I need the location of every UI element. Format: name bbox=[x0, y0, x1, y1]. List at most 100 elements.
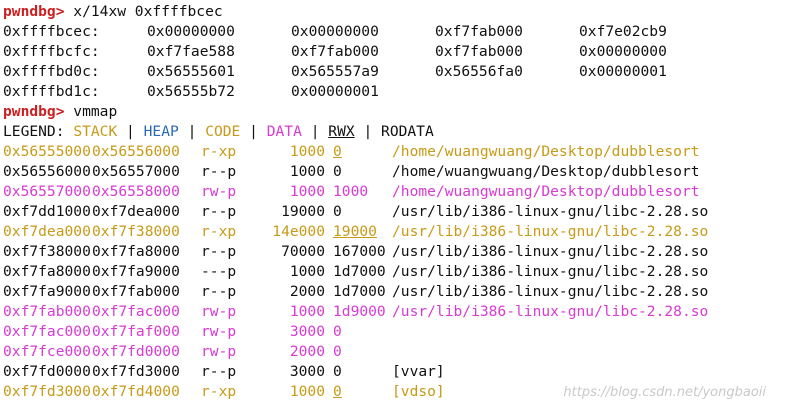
vmmap-start: 0xf7fac000 bbox=[3, 323, 91, 340]
legend-label: LEGEND: bbox=[3, 123, 65, 140]
vmmap-start: 0xf7fab000 bbox=[3, 303, 91, 320]
watermark: https://blog.csdn.net/yongbaoii bbox=[563, 385, 766, 400]
vmmap-offset: 0 bbox=[333, 363, 342, 380]
vmmap-perm: r-xp bbox=[201, 143, 237, 160]
vmmap-row: 0x56555000 0x56556000 r-xp 1000 0/home/wuang… bbox=[3, 142, 786, 162]
vmmap-offset: 167000 bbox=[333, 243, 386, 260]
command-text: vmmap bbox=[64, 103, 118, 120]
vmmap-path: /usr/lib/i386-linux-gnu/libc-2.28.so bbox=[392, 283, 709, 300]
memory-address: 0xffffbd1c: bbox=[3, 83, 100, 100]
vmmap-start: 0xf7fce000 bbox=[3, 343, 91, 360]
vmmap-size: 19000 bbox=[281, 203, 325, 220]
memory-word: 0x00000000 bbox=[147, 23, 235, 40]
legend-code: CODE bbox=[205, 123, 241, 140]
vmmap-offset: 1d7000 bbox=[333, 263, 386, 280]
vmmap-size: 14e000 bbox=[272, 223, 325, 240]
vmmap-end: 0x56558000 bbox=[92, 183, 180, 200]
vmmap-path: /usr/lib/i386-linux-gnu/libc-2.28.so bbox=[392, 203, 709, 220]
memory-word: 0x00000000 bbox=[291, 23, 379, 40]
memory-address: 0xffffbd0c: bbox=[3, 63, 100, 80]
vmmap-offset: 0 bbox=[333, 143, 342, 160]
vmmap-end: 0xf7fac000 bbox=[92, 303, 180, 320]
vmmap-size: 1000 bbox=[289, 163, 325, 180]
vmmap-size: 3000 bbox=[289, 363, 325, 380]
vmmap-row: 0xf7fac000 0xf7faf000 rw-p 3000 0 bbox=[3, 322, 786, 342]
vmmap-offset: 0 bbox=[333, 163, 342, 180]
memory-dump: 0xffffbcec: 0x00000000 0x00000000 0xf7fab00… bbox=[3, 22, 786, 102]
legend-rodata: RODATA bbox=[381, 123, 434, 140]
memory-word: 0xf7e02cb9 bbox=[579, 23, 667, 40]
vmmap-row: 0x56556000 0x56557000 r--p 1000 0/home/wuang… bbox=[3, 162, 786, 182]
vmmap-offset: 0 bbox=[333, 383, 342, 400]
legend-sep: | bbox=[187, 123, 197, 140]
vmmap-end: 0xf7fa8000 bbox=[92, 243, 180, 260]
vmmap-perm: rw-p bbox=[201, 323, 237, 340]
vmmap-row: 0xf7f38000 0xf7fa8000 r--p 70000 167000/usr/… bbox=[3, 242, 786, 262]
vmmap-perm: r--p bbox=[201, 283, 237, 300]
memory-address: 0xffffbcfc: bbox=[3, 43, 100, 60]
vmmap-end: 0x56556000 bbox=[92, 143, 180, 160]
vmmap-size: 3000 bbox=[289, 323, 325, 340]
memory-word: 0x00000001 bbox=[291, 83, 379, 100]
prompt: pwndbg> bbox=[3, 103, 65, 120]
vmmap-path: /usr/lib/i386-linux-gnu/libc-2.28.so bbox=[392, 263, 709, 280]
vmmap-perm: r--p bbox=[201, 243, 237, 260]
vmmap-path: /home/wuangwuang/Desktop/dubblesort bbox=[392, 143, 700, 160]
vmmap-end: 0x56557000 bbox=[92, 163, 180, 180]
vmmap-path: [vdso] bbox=[392, 383, 445, 400]
vmmap-size: 1000 bbox=[289, 383, 325, 400]
vmmap-offset: 19000 bbox=[333, 223, 377, 240]
legend-line: LEGEND: STACK | HEAP | CODE | DATA | RWX… bbox=[3, 122, 786, 142]
vmmap-path: /usr/lib/i386-linux-gnu/libc-2.28.so bbox=[392, 243, 709, 260]
vmmap-path: /home/wuangwuang/Desktop/dubblesort bbox=[392, 163, 700, 180]
memory-word: 0x56556fa0 bbox=[435, 63, 523, 80]
vmmap-size: 1000 bbox=[289, 263, 325, 280]
vmmap-start: 0x56555000 bbox=[3, 143, 91, 160]
vmmap-start: 0xf7fd0000 bbox=[3, 363, 91, 380]
vmmap-offset: 0 bbox=[333, 323, 342, 340]
vmmap-size: 2000 bbox=[289, 283, 325, 300]
vmmap-end: 0xf7faf000 bbox=[92, 323, 180, 340]
vmmap-row: 0x56557000 0x56558000 rw-p 1000 1000/home/wu… bbox=[3, 182, 786, 202]
vmmap-offset: 0 bbox=[333, 203, 342, 220]
legend-sep: | bbox=[363, 123, 373, 140]
vmmap-row: 0xf7dea000 0xf7f38000 r-xp 14e000 19000/usr/… bbox=[3, 222, 786, 242]
vmmap-end: 0xf7fd0000 bbox=[92, 343, 180, 360]
vmmap-end: 0xf7f38000 bbox=[92, 223, 180, 240]
vmmap-perm: r--p bbox=[201, 163, 237, 180]
vmmap-start: 0xf7fa9000 bbox=[3, 283, 91, 300]
prompt: pwndbg> bbox=[3, 3, 65, 20]
vmmap-row: 0xf7fa8000 0xf7fa9000 ---p 1000 1d7000/usr/l… bbox=[3, 262, 786, 282]
terminal[interactable]: pwndbg> x/14xw 0xffffbcec 0xffffbcec: 0x0… bbox=[3, 2, 786, 402]
vmmap-offset: 1d9000 bbox=[333, 303, 386, 320]
vmmap-perm: r--p bbox=[201, 203, 237, 220]
vmmap-size: 1000 bbox=[289, 143, 325, 160]
vmmap-row: 0xf7dd1000 0xf7dea000 r--p 19000 0/usr/lib/i… bbox=[3, 202, 786, 222]
vmmap-perm: r-xp bbox=[201, 383, 237, 400]
vmmap-start: 0x56556000 bbox=[3, 163, 91, 180]
legend-sep: | bbox=[126, 123, 135, 140]
memory-word: 0x56555601 bbox=[147, 63, 235, 80]
vmmap-size: 1000 bbox=[289, 303, 325, 320]
vmmap-offset: 1d7000 bbox=[333, 283, 386, 300]
legend-sep: | bbox=[310, 123, 320, 140]
vmmap-end: 0xf7fa9000 bbox=[92, 263, 180, 280]
vmmap-end: 0xf7dea000 bbox=[92, 203, 180, 220]
vmmap-size: 70000 bbox=[281, 243, 325, 260]
memory-word: 0xf7fab000 bbox=[291, 43, 379, 60]
vmmap-perm: ---p bbox=[201, 263, 237, 280]
vmmap-end: 0xf7fab000 bbox=[92, 283, 180, 300]
vmmap-start: 0xf7fd3000 bbox=[3, 383, 91, 400]
legend-rwx: RWX bbox=[328, 123, 355, 140]
vmmap-row: 0xf7fab000 0xf7fac000 rw-p 1000 1d9000/usr/l… bbox=[3, 302, 786, 322]
vmmap-perm: r-xp bbox=[201, 223, 237, 240]
vmmap-end: 0xf7fd3000 bbox=[92, 363, 180, 380]
vmmap-path: /usr/lib/i386-linux-gnu/libc-2.28.so bbox=[392, 303, 709, 320]
prompt-line: pwndbg> vmmap bbox=[3, 102, 786, 122]
legend-sep: | bbox=[249, 123, 258, 140]
vmmap-size: 2000 bbox=[289, 343, 325, 360]
vmmap-end: 0xf7fd4000 bbox=[92, 383, 180, 400]
memory-row: 0xffffbd1c: 0x56555b72 0x00000001 bbox=[3, 82, 786, 102]
vmmap-row: 0xf7fa9000 0xf7fab000 r--p 2000 1d7000/usr/l… bbox=[3, 282, 786, 302]
legend-heap: HEAP bbox=[143, 123, 179, 140]
